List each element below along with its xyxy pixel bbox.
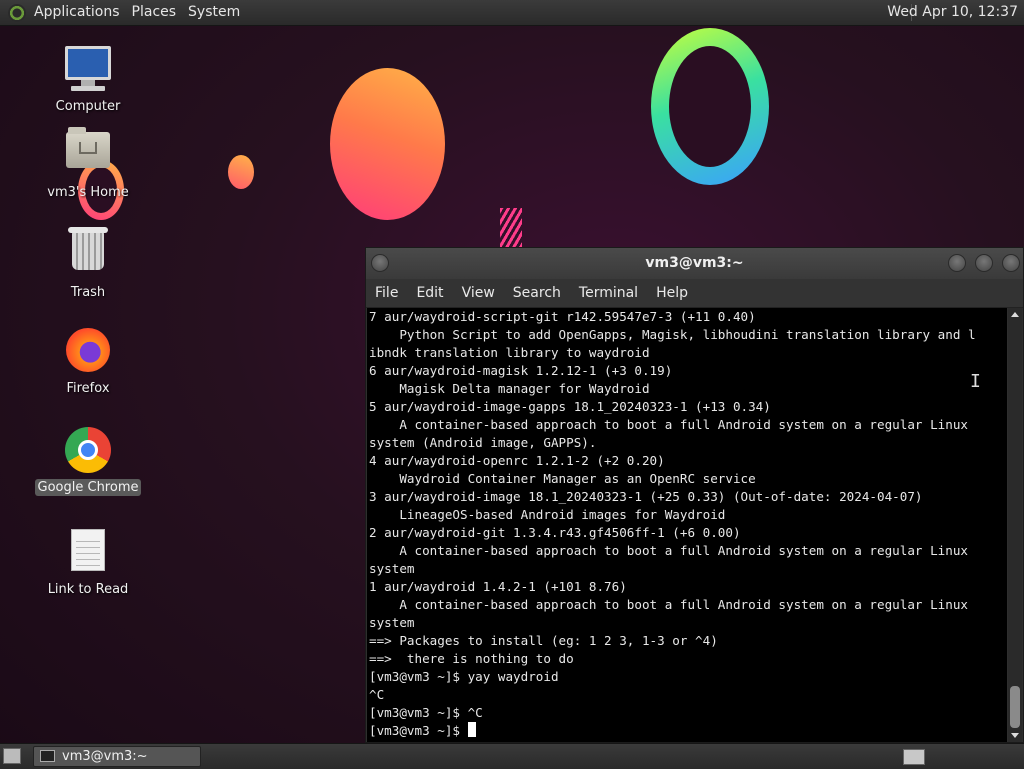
trash-icon [64, 227, 112, 280]
wallpaper-stripes [500, 208, 522, 248]
menu-edit[interactable]: Edit [407, 279, 452, 307]
scroll-down-arrow-icon[interactable] [1011, 733, 1019, 738]
menu-file[interactable]: File [366, 279, 407, 307]
distro-logo-icon[interactable] [8, 3, 26, 22]
terminal-line: A container-based approach to boot a ful… [369, 597, 968, 612]
terminal-line: 1 aur/waydroid 1.4.2-1 (+101 8.76) [369, 579, 627, 594]
desktop-icon-trash[interactable]: Trash [33, 226, 143, 301]
scroll-up-arrow-icon[interactable] [1011, 312, 1019, 317]
terminal-line: ibndk translation library to waydroid [369, 345, 650, 360]
wallpaper-small-blob [228, 155, 254, 189]
firefox-icon [64, 328, 112, 376]
close-button[interactable] [1002, 254, 1020, 272]
terminal-titlebar[interactable]: vm3@vm3:~ [366, 248, 1023, 279]
terminal-line: 6 aur/waydroid-magisk 1.2.12-1 (+3 0.19) [369, 363, 673, 378]
terminal-title: vm3@vm3:~ [645, 255, 744, 271]
computer-icon [64, 46, 112, 94]
bottom-panel: vm3@vm3:~ [0, 743, 1024, 769]
mouse-ibeam-cursor-icon: I [970, 371, 981, 392]
terminal-line: Magisk Delta manager for Waydroid [369, 381, 650, 396]
show-desktop-icon[interactable] [3, 748, 21, 764]
menu-search[interactable]: Search [504, 279, 570, 307]
desktop-icon-computer[interactable]: Computer [33, 46, 143, 115]
terminal-line: ==> Packages to install (eg: 1 2 3, 1-3 … [369, 633, 718, 648]
wallpaper-orange-blob [330, 68, 445, 220]
desktop-icon-chrome[interactable]: Google Chrome [33, 426, 143, 496]
terminal-line: [vm3@vm3 ~]$ ^C [369, 705, 483, 720]
terminal-menubar: File Edit View Search Terminal Help [366, 279, 1023, 308]
terminal-scrollbar[interactable] [1008, 308, 1022, 742]
menu-places[interactable]: Places [126, 0, 183, 25]
terminal-line: ^C [369, 687, 385, 702]
taskbar-item-terminal[interactable]: vm3@vm3:~ [33, 746, 201, 767]
terminal-prompt-line: [vm3@vm3 ~]$ [369, 722, 1007, 740]
chrome-icon [64, 427, 112, 475]
terminal-line: A container-based approach to boot a ful… [369, 543, 968, 558]
menu-system[interactable]: System [182, 0, 246, 25]
desktop-icon-label: Firefox [66, 381, 110, 396]
menu-view[interactable]: View [453, 279, 504, 307]
desktop-icon-home[interactable]: vm3's Home [33, 126, 143, 201]
terminal-output[interactable]: 7 aur/waydroid-script-git r142.59547e7-3… [367, 308, 1007, 742]
terminal-line: system [369, 561, 415, 576]
terminal-prompt: [vm3@vm3 ~]$ [369, 723, 468, 738]
terminal-line: 5 aur/waydroid-image-gapps 18.1_20240323… [369, 399, 771, 414]
terminal-line: Python Script to add OpenGapps, Magisk, … [369, 327, 976, 342]
menu-terminal[interactable]: Terminal [570, 279, 647, 307]
scrollbar-thumb[interactable] [1010, 686, 1020, 728]
desktop-icon-label: Trash [70, 285, 106, 300]
menu-applications[interactable]: Applications [28, 0, 126, 25]
desktop-icon-label: Google Chrome [34, 479, 142, 496]
desktop-icon-link-to-read[interactable]: Link to Read [33, 526, 143, 598]
terminal-line: 3 aur/waydroid-image 18.1_20240323-1 (+2… [369, 489, 923, 504]
taskbar-item-label: vm3@vm3:~ [62, 749, 148, 764]
desktop-icon-firefox[interactable]: Firefox [33, 326, 143, 397]
terminal-line: 4 aur/waydroid-openrc 1.2.1-2 (+2 0.20) [369, 453, 665, 468]
terminal-line: Waydroid Container Manager as an OpenRC … [369, 471, 756, 486]
terminal-line: 7 aur/waydroid-script-git r142.59547e7-3… [369, 309, 756, 324]
desktop-icon-label: Link to Read [47, 582, 129, 597]
maximize-button[interactable] [975, 254, 993, 272]
terminal-line: 2 aur/waydroid-git 1.3.4.r43.gf4506ff-1 … [369, 525, 741, 540]
terminal-line: [vm3@vm3 ~]$ yay waydroid [369, 669, 559, 684]
terminal-line: A container-based approach to boot a ful… [369, 417, 968, 432]
wallpaper-ring [651, 28, 769, 185]
clock[interactable]: Wed Apr 10, 12:37 [887, 0, 1018, 25]
terminal-window[interactable]: vm3@vm3:~ File Edit View Search Terminal… [365, 247, 1024, 743]
home-folder-icon [64, 127, 112, 180]
terminal-line: LineageOS-based Android images for Waydr… [369, 507, 726, 522]
terminal-icon [40, 750, 55, 762]
top-panel: Applications Places System Wed Apr 10, 1… [0, 0, 1024, 26]
text-cursor [467, 722, 476, 737]
menu-help[interactable]: Help [647, 279, 697, 307]
minimize-button[interactable] [948, 254, 966, 272]
workspace-switcher[interactable] [903, 749, 925, 765]
document-icon [64, 529, 112, 577]
terminal-line: system [369, 615, 415, 630]
terminal-lines: 7 aur/waydroid-script-git r142.59547e7-3… [367, 308, 1007, 740]
desktop-icon-label: Computer [55, 99, 121, 114]
terminal-line: ==> there is nothing to do [369, 651, 574, 666]
desktop-icon-label: vm3's Home [47, 185, 129, 200]
terminal-line: system (Android image, GAPPS). [369, 435, 597, 450]
